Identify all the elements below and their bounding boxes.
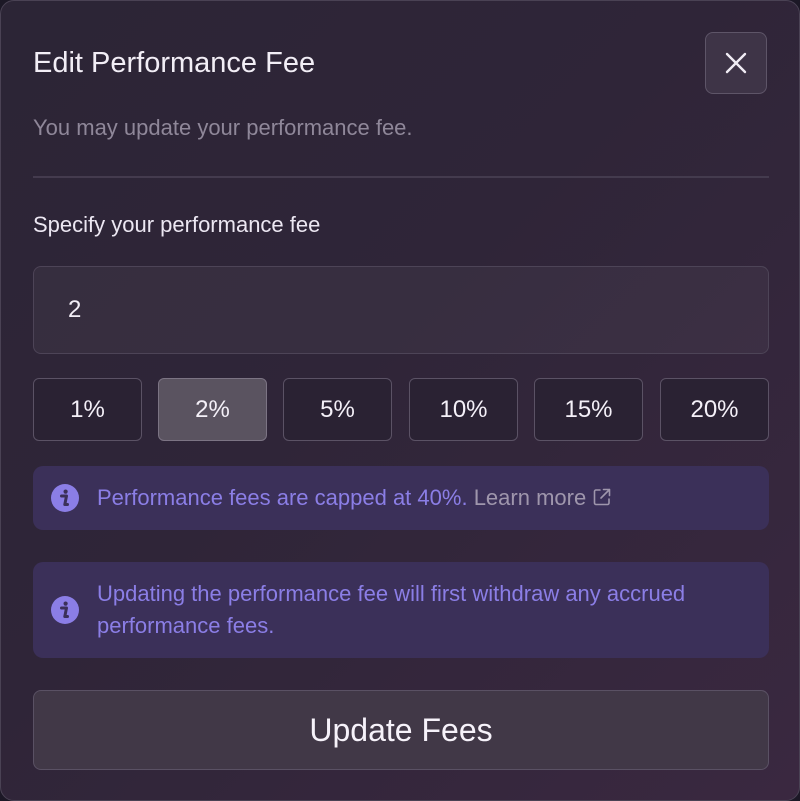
fee-field-label: Specify your performance fee: [33, 212, 321, 237]
fee-cap-notice: Performance fees are capped at 40%. Lear…: [33, 466, 769, 530]
fee-input[interactable]: [33, 266, 769, 354]
preset-10-percent-button[interactable]: 10%: [409, 378, 518, 441]
info-icon: [51, 484, 79, 512]
close-button[interactable]: [705, 32, 767, 94]
info-icon: [51, 596, 79, 624]
edit-fee-dialog: Edit Performance Fee You may update your…: [0, 0, 800, 801]
preset-20-percent-button[interactable]: 20%: [660, 378, 769, 441]
preset-2-percent-button[interactable]: 2%: [158, 378, 267, 441]
preset-1-percent-button[interactable]: 1%: [33, 378, 142, 441]
fee-presets: 1% 2% 5% 10% 15% 20%: [33, 378, 769, 441]
preset-15-percent-button[interactable]: 15%: [534, 378, 643, 441]
close-icon: [725, 52, 747, 74]
learn-more-label: Learn more: [473, 485, 587, 510]
dialog-subtitle: You may update your performance fee.: [33, 115, 413, 140]
update-fees-button[interactable]: Update Fees: [33, 690, 769, 770]
external-link-icon: [593, 488, 611, 506]
divider: [33, 176, 769, 178]
learn-more-link[interactable]: Learn more: [474, 485, 613, 510]
fee-cap-text: Performance fees are capped at 40%.: [97, 485, 468, 510]
withdraw-notice: Updating the performance fee will first …: [33, 562, 769, 658]
dialog-title: Edit Performance Fee: [33, 47, 316, 79]
preset-5-percent-button[interactable]: 5%: [283, 378, 392, 441]
withdraw-notice-text: Updating the performance fee will first …: [97, 581, 686, 638]
